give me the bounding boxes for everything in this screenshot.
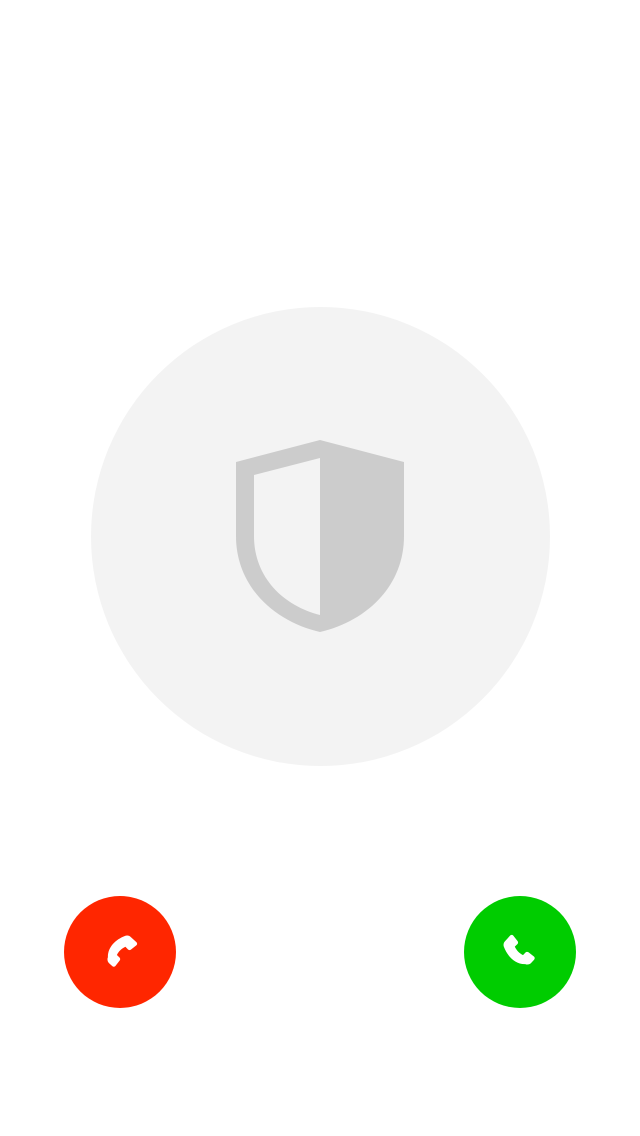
decline-call-button[interactable] bbox=[64, 896, 176, 1008]
phone-hangup-icon bbox=[107, 935, 138, 967]
incoming-call-screen bbox=[0, 0, 640, 1136]
accept-call-button[interactable] bbox=[464, 896, 576, 1008]
shield-icon bbox=[236, 440, 404, 632]
phone-icon bbox=[503, 934, 535, 965]
